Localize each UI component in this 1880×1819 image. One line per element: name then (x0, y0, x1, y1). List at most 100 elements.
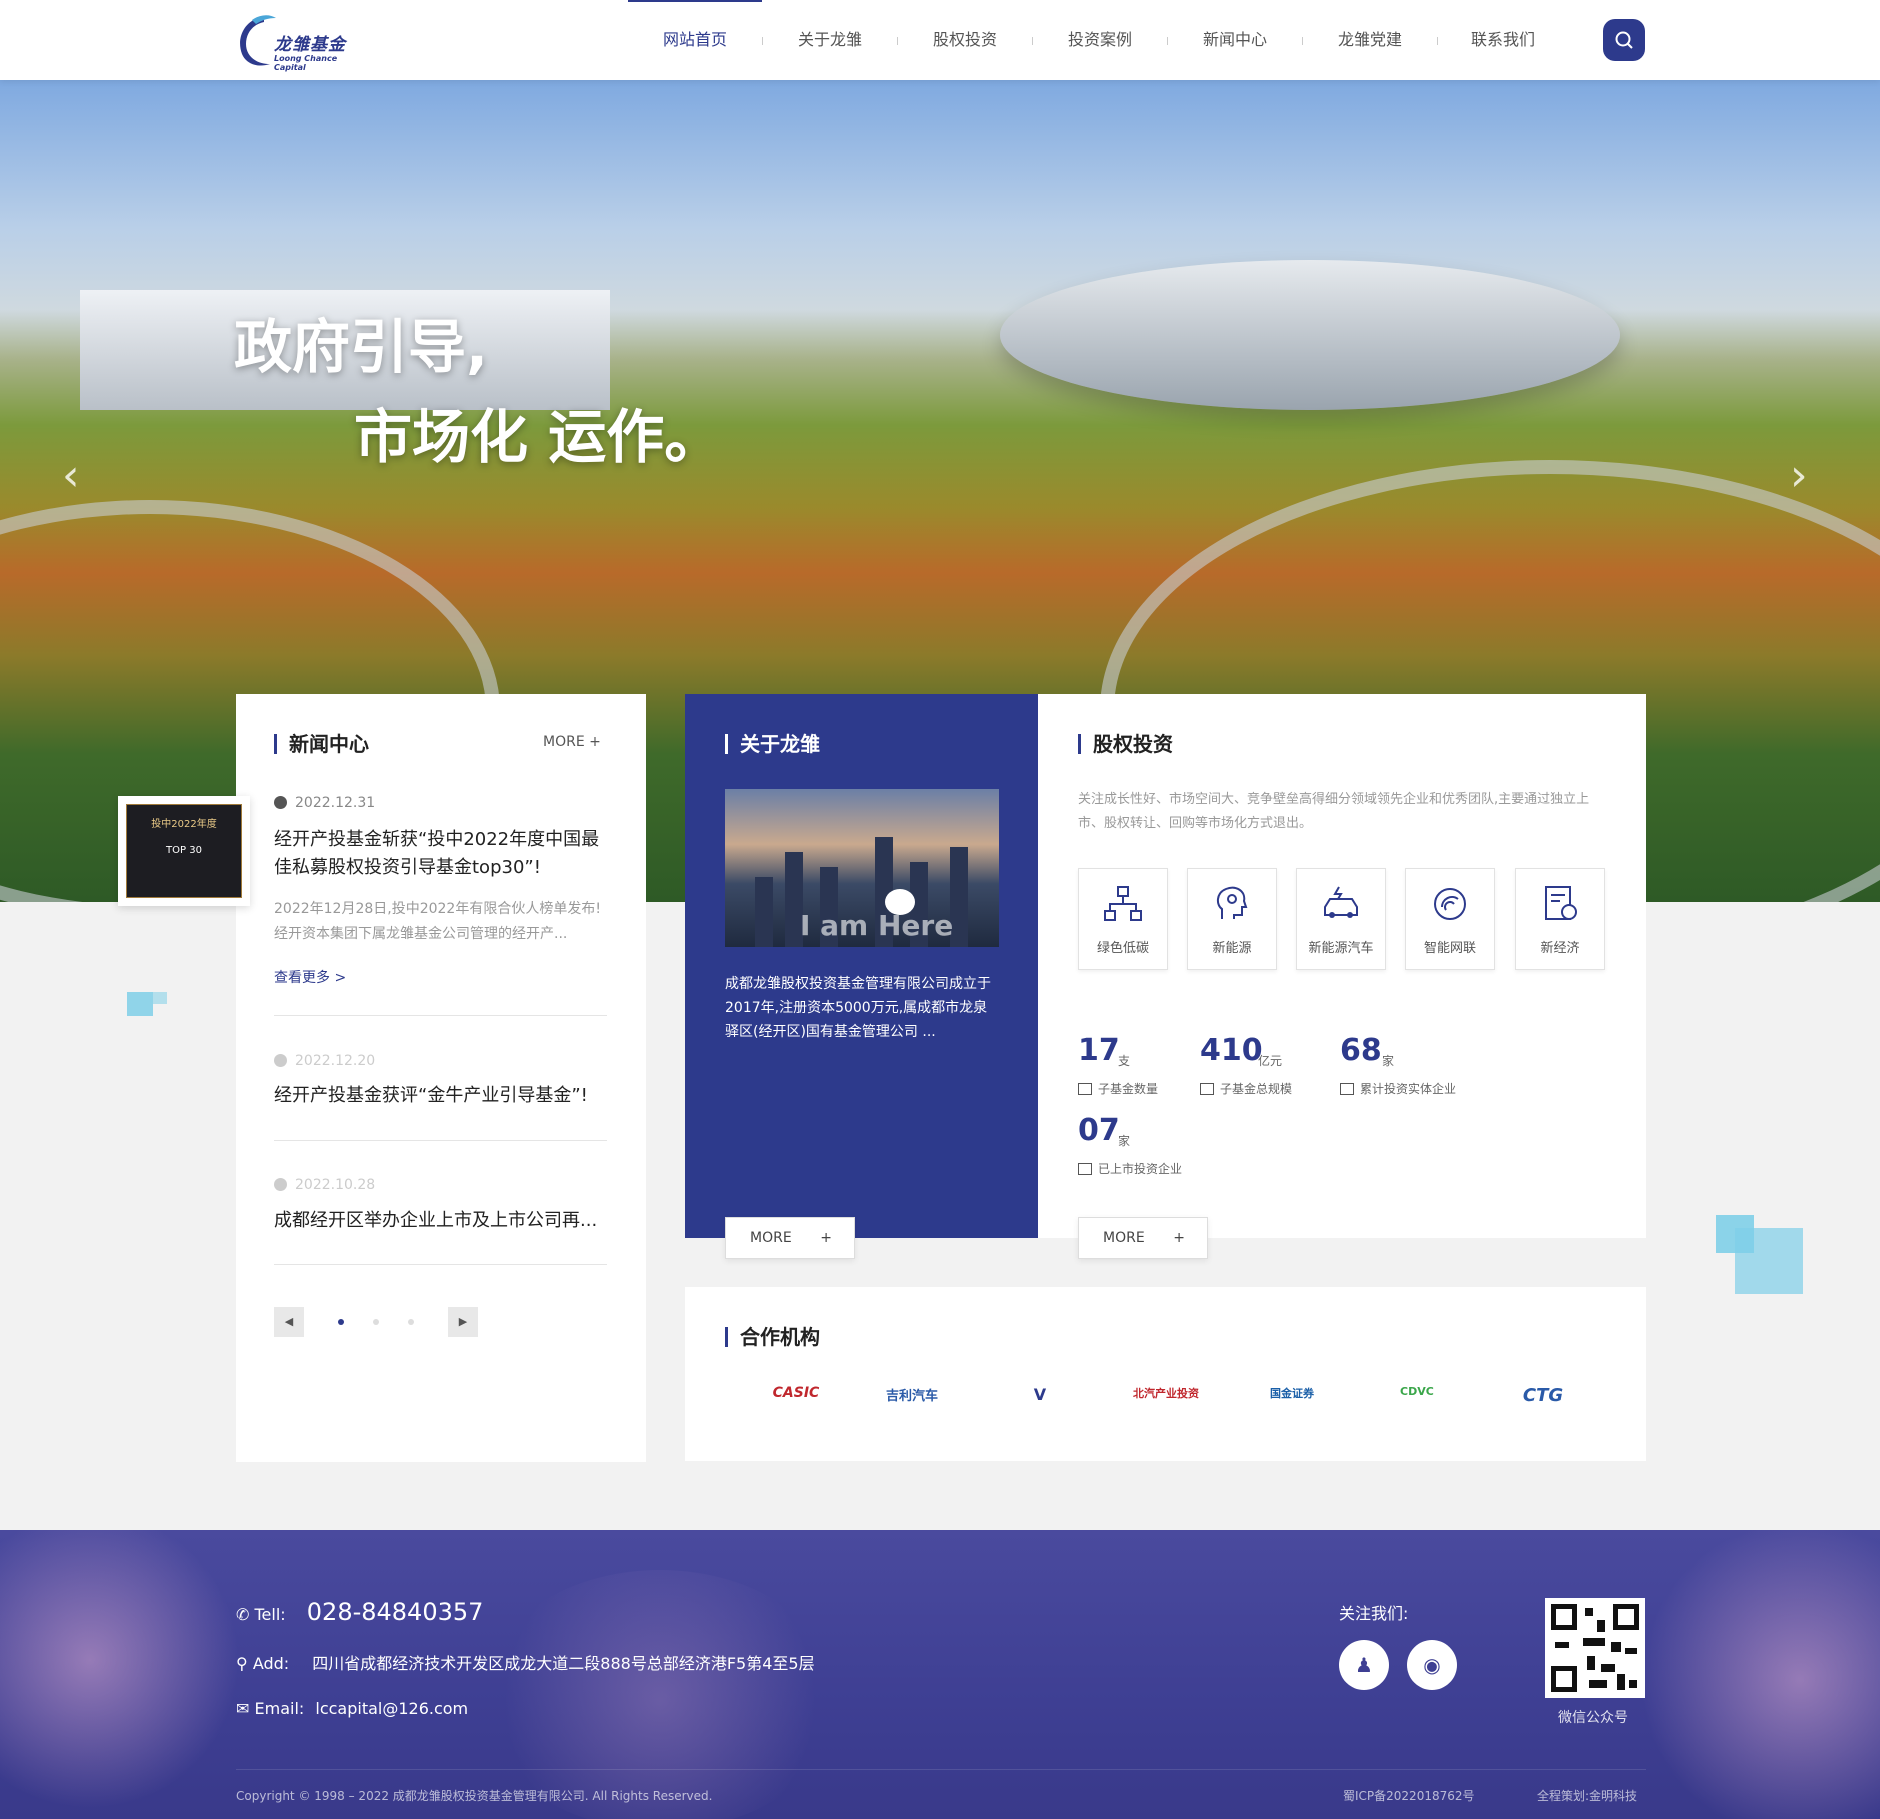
pager-dot[interactable] (408, 1319, 414, 1325)
stat-label: 已上市投资企业 (1078, 1160, 1182, 1177)
stat-unit: 家 (1118, 1134, 1131, 1148)
clock-icon (274, 796, 287, 809)
divider (274, 1140, 607, 1141)
news-date: 2022.12.31 (274, 795, 375, 811)
about-more-button[interactable]: MORE + (725, 1217, 855, 1259)
follow-label: 关注我们: (1339, 1604, 1409, 1623)
about-card (685, 694, 1038, 1238)
email-row: ✉ Email: lccapital@126.com (236, 1699, 468, 1718)
credit-text[interactable]: 全程策划:金明科技 (1537, 1787, 1637, 1804)
site-header: 龙雏基金 Loong Chance Capital 网站首页 关于龙雏 股权投资… (0, 0, 1880, 80)
stat-label-text: 子基金总规模 (1220, 1082, 1293, 1096)
partner-logo-baic[interactable]: 北汽产业投资 (1133, 1385, 1199, 1401)
clock-icon (274, 1054, 287, 1067)
monitor-icon (1200, 1083, 1214, 1095)
chevron-right-icon[interactable]: › (1790, 450, 1808, 501)
network-icon (1104, 886, 1142, 921)
pager-dot[interactable] (338, 1319, 344, 1325)
stat-label: 子基金数量 (1078, 1080, 1158, 1097)
nav-equity[interactable]: 股权投资 (898, 0, 1032, 80)
banner-stadium (1000, 260, 1620, 410)
nav-party[interactable]: 龙雏党建 (1303, 0, 1437, 80)
pager-prev-button[interactable]: ◀ (274, 1307, 304, 1337)
document-chart-icon (1545, 886, 1577, 920)
sector-label: 新经济 (1540, 941, 1580, 956)
partner-logo-casic[interactable]: CASIC (756, 1385, 836, 1401)
decor-square (1735, 1228, 1803, 1294)
pager-dot[interactable] (373, 1319, 379, 1325)
copyright-text: Copyright © 1998 – 2022 成都龙雏股权投资基金管理有限公司… (236, 1789, 713, 1803)
dragon-logo-icon (240, 15, 276, 66)
stat-label-text: 已上市投资企业 (1098, 1162, 1183, 1176)
chart-icon (1078, 1083, 1092, 1095)
logo-en-text: Loong Chance Capital (274, 54, 338, 72)
thumb-text: TOP 30 (166, 845, 202, 856)
footer-divider (236, 1769, 1646, 1770)
equity-more-label: MORE (1103, 1230, 1145, 1246)
news-date: 2022.10.28 (274, 1177, 375, 1193)
clock-icon (274, 1178, 287, 1191)
qq-icon[interactable]: ♟ (1339, 1640, 1389, 1690)
sector-connected[interactable]: 智能网联 (1405, 868, 1495, 970)
email-value[interactable]: lccapital@126.com (315, 1699, 468, 1718)
news-title[interactable]: 经开产投基金斩获“投中2022年度中国最佳私募股权投资引导基金top30”! (274, 826, 614, 882)
stat-number: 07 (1078, 1113, 1120, 1148)
mail-icon: ✉ (236, 1699, 255, 1718)
stat-unit: 支 (1118, 1054, 1131, 1068)
trend-icon (1340, 1083, 1354, 1095)
logo-text: 龙雏基金 (274, 35, 346, 55)
news-thumbnail[interactable]: 投中2022年度 TOP 30 (118, 796, 250, 906)
stat-label-text: 累计投资实体企业 (1360, 1082, 1457, 1096)
pager-next-button[interactable]: ▶ (448, 1307, 478, 1337)
sector-green[interactable]: 绿色低碳 (1078, 868, 1168, 970)
search-button[interactable] (1603, 19, 1645, 61)
read-more-link[interactable]: 查看更多 > (274, 967, 346, 987)
partner-logo-cdvc[interactable]: CDVC (1400, 1385, 1434, 1398)
partner-logo-ctg[interactable]: CTG (1508, 1385, 1578, 1406)
news-title[interactable]: 成都经开区举办企业上市及上市公司再... (274, 1207, 614, 1235)
weibo-icon[interactable]: ◉ (1407, 1640, 1457, 1690)
sector-economy[interactable]: 新经济 (1515, 868, 1605, 970)
icp-link[interactable]: 蜀ICP备2022018762号 (1343, 1787, 1475, 1804)
news-section-title: 新闻中心 (274, 734, 369, 754)
address-value: 四川省成都经济技术开发区成龙大道二段888号总部经济港F5第4至5层 (312, 1654, 815, 1673)
address-label: Add: (252, 1654, 290, 1673)
stat-label: 累计投资实体企业 (1340, 1080, 1456, 1097)
logo[interactable]: 龙雏基金 Loong Chance Capital (234, 10, 354, 72)
nav-contact[interactable]: 联系我们 (1436, 0, 1570, 80)
hero-headline-1: 政府引导, (234, 313, 489, 381)
building-icon (1078, 1163, 1092, 1175)
address-row: ⚲ Add: 四川省成都经济技术开发区成龙大道二段888号总部经济港F5第4至5… (236, 1650, 815, 1674)
partner-logo-v[interactable]: V (1030, 1385, 1050, 1404)
nav-cases[interactable]: 投资案例 (1033, 0, 1167, 80)
news-date: 2022.12.20 (274, 1053, 375, 1069)
decor-square (153, 992, 167, 1004)
chevron-left-icon[interactable]: ‹ (62, 450, 80, 501)
phone-icon: ✆ (236, 1605, 255, 1624)
plus-icon: + (820, 1230, 832, 1246)
partner-logo-sinolink[interactable]: 国金证券 (1252, 1385, 1332, 1401)
stat-label: 子基金总规模 (1200, 1080, 1292, 1097)
equity-more-button[interactable]: MORE + (1078, 1217, 1208, 1259)
stat-label-text: 子基金数量 (1098, 1082, 1159, 1096)
about-text: 成都龙雏股权投资基金管理有限公司成立于2017年,注册资本5000万元,属成都市… (725, 976, 991, 1040)
sector-ev[interactable]: 新能源汽车 (1296, 868, 1386, 970)
nav-home[interactable]: 网站首页 (628, 0, 762, 80)
news-date-text: 2022.10.28 (295, 1177, 376, 1193)
news-title[interactable]: 经开产投基金获评“金牛产业引导基金”! (274, 1082, 614, 1110)
equity-desc: 关注成长性好、市场空间大、竞争壁垒高得细分领域领先企业和优秀团队,主要通过独立上… (1078, 792, 1590, 831)
about-image[interactable]: I am Here (725, 789, 999, 947)
stat-number: 410 (1200, 1033, 1263, 1068)
tel-value[interactable]: 028-84840357 (307, 1598, 484, 1626)
partners-section-title: 合作机构 (725, 1327, 820, 1347)
nav-news[interactable]: 新闻中心 (1168, 0, 1302, 80)
location-icon: ⚲ (236, 1654, 253, 1673)
wifi-globe-icon (1434, 888, 1466, 920)
partner-logo-geely[interactable]: 吉利汽车 (882, 1385, 942, 1404)
sector-energy[interactable]: 新能源 (1187, 868, 1277, 970)
news-more-link[interactable]: MORE + (543, 734, 601, 750)
sector-label: 新能源汽车 (1308, 941, 1374, 956)
news-date-text: 2022.12.20 (295, 1053, 376, 1069)
divider (274, 1264, 607, 1265)
nav-about[interactable]: 关于龙雏 (763, 0, 897, 80)
